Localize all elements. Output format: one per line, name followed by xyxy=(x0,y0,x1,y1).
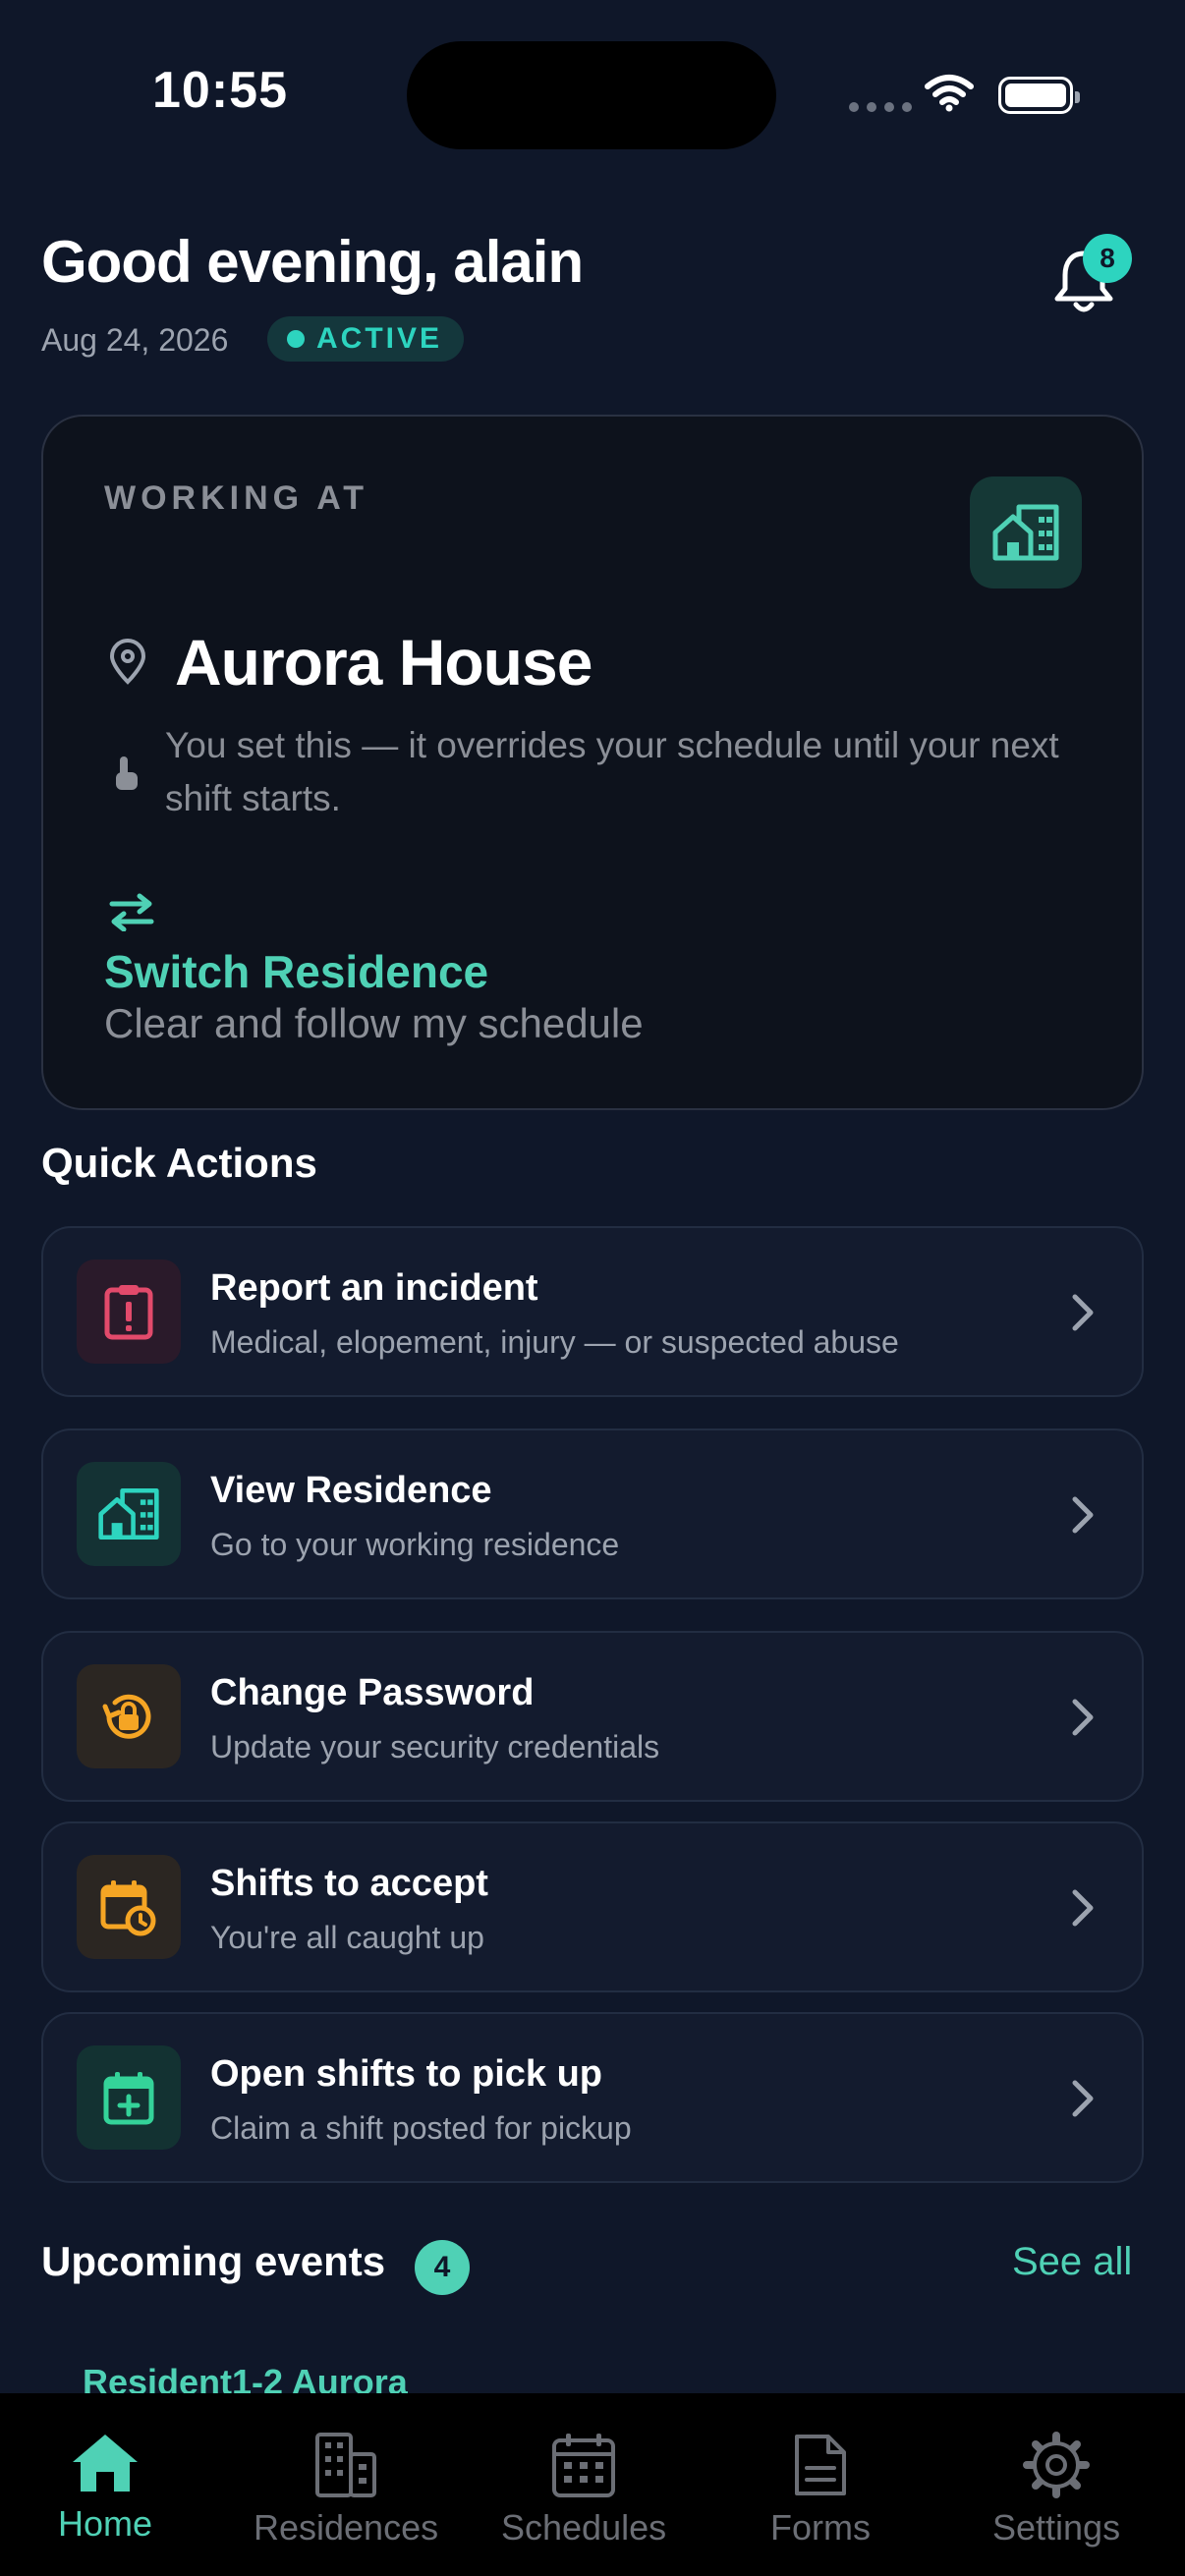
chevron-right-icon xyxy=(1072,1699,1094,1736)
tab-label: Forms xyxy=(770,2507,871,2548)
chevron-right-icon xyxy=(1072,1496,1094,1534)
tab-forms[interactable]: Forms xyxy=(770,2431,871,2548)
wifi-icon xyxy=(925,75,974,112)
tab-label: Home xyxy=(58,2503,153,2544)
gear-icon xyxy=(1023,2432,1091,2498)
status-time: 10:55 xyxy=(152,62,288,119)
notification-count-badge: 8 xyxy=(1083,234,1132,283)
chevron-right-icon xyxy=(1072,1889,1094,1927)
change-password-action[interactable]: Change Password Update your security cre… xyxy=(41,1631,1144,1802)
view-residence-action[interactable]: View Residence Go to your working reside… xyxy=(41,1428,1144,1599)
upcoming-count-badge: 4 xyxy=(415,2240,470,2295)
switch-residence-button[interactable]: Switch Residence xyxy=(104,945,488,998)
action-title: Report an incident xyxy=(210,1267,538,1309)
tab-label: Settings xyxy=(992,2507,1121,2548)
calendar-clock-icon xyxy=(77,1855,181,1959)
action-title: Shifts to accept xyxy=(210,1863,488,1904)
hand-pointer-icon xyxy=(116,756,138,790)
document-icon xyxy=(795,2435,846,2495)
follow-schedule-button[interactable]: Clear and follow my schedule xyxy=(104,1000,644,1047)
shifts-to-accept-action[interactable]: Shifts to accept You're all caught up xyxy=(41,1821,1144,1992)
report-incident-action[interactable]: Report an incident Medical, elopement, i… xyxy=(41,1226,1144,1397)
building-icon xyxy=(77,1462,181,1566)
upcoming-events-title: Upcoming events xyxy=(41,2238,386,2284)
battery-icon xyxy=(998,77,1080,114)
working-at-label: WORKING AT xyxy=(104,479,369,517)
calendar-icon xyxy=(552,2434,616,2497)
see-all-link[interactable]: See all xyxy=(1012,2240,1132,2284)
action-subtitle: Medical, elopement, injury — or suspecte… xyxy=(210,1324,899,1360)
action-title: Change Password xyxy=(210,1672,535,1713)
working-residence-name: Aurora House xyxy=(175,626,592,699)
tab-label: Residences xyxy=(254,2507,439,2548)
calendar-plus-icon xyxy=(77,2045,181,2150)
home-icon xyxy=(73,2435,139,2492)
cellular-signal-icon xyxy=(849,102,912,112)
tab-schedules[interactable]: Schedules xyxy=(501,2431,666,2548)
chevron-right-icon xyxy=(1072,2080,1094,2117)
status-badge: ACTIVE xyxy=(267,316,465,362)
chevron-right-icon xyxy=(1072,1294,1094,1331)
tab-residences[interactable]: Residences xyxy=(254,2431,438,2548)
location-pin-icon xyxy=(109,639,146,685)
clipboard-alert-icon xyxy=(77,1260,181,1364)
greeting-title: Good evening, alain xyxy=(41,229,584,295)
open-shifts-action[interactable]: Open shifts to pick up Claim a shift pos… xyxy=(41,2012,1144,2183)
action-subtitle: You're all caught up xyxy=(210,1920,484,1955)
current-date: Aug 24, 2026 xyxy=(41,322,229,358)
tab-settings[interactable]: Settings xyxy=(992,2431,1120,2548)
swap-arrows-icon[interactable] xyxy=(106,892,157,931)
residences-icon xyxy=(315,2433,377,2497)
override-note: You set this — it overrides your schedul… xyxy=(165,725,1059,818)
action-subtitle: Update your security credentials xyxy=(210,1729,660,1764)
status-dot-icon xyxy=(287,330,305,348)
status-label: ACTIVE xyxy=(316,322,443,355)
dynamic-island xyxy=(407,41,776,149)
building-icon xyxy=(970,476,1082,588)
quick-actions-title: Quick Actions xyxy=(41,1140,317,1186)
tab-label: Schedules xyxy=(501,2507,667,2548)
lock-reset-icon xyxy=(77,1664,181,1768)
action-subtitle: Claim a shift posted for pickup xyxy=(210,2110,632,2146)
tab-home[interactable]: Home xyxy=(58,2431,152,2545)
action-title: Open shifts to pick up xyxy=(210,2053,603,2095)
action-title: View Residence xyxy=(210,1470,492,1511)
action-subtitle: Go to your working residence xyxy=(210,1527,620,1562)
